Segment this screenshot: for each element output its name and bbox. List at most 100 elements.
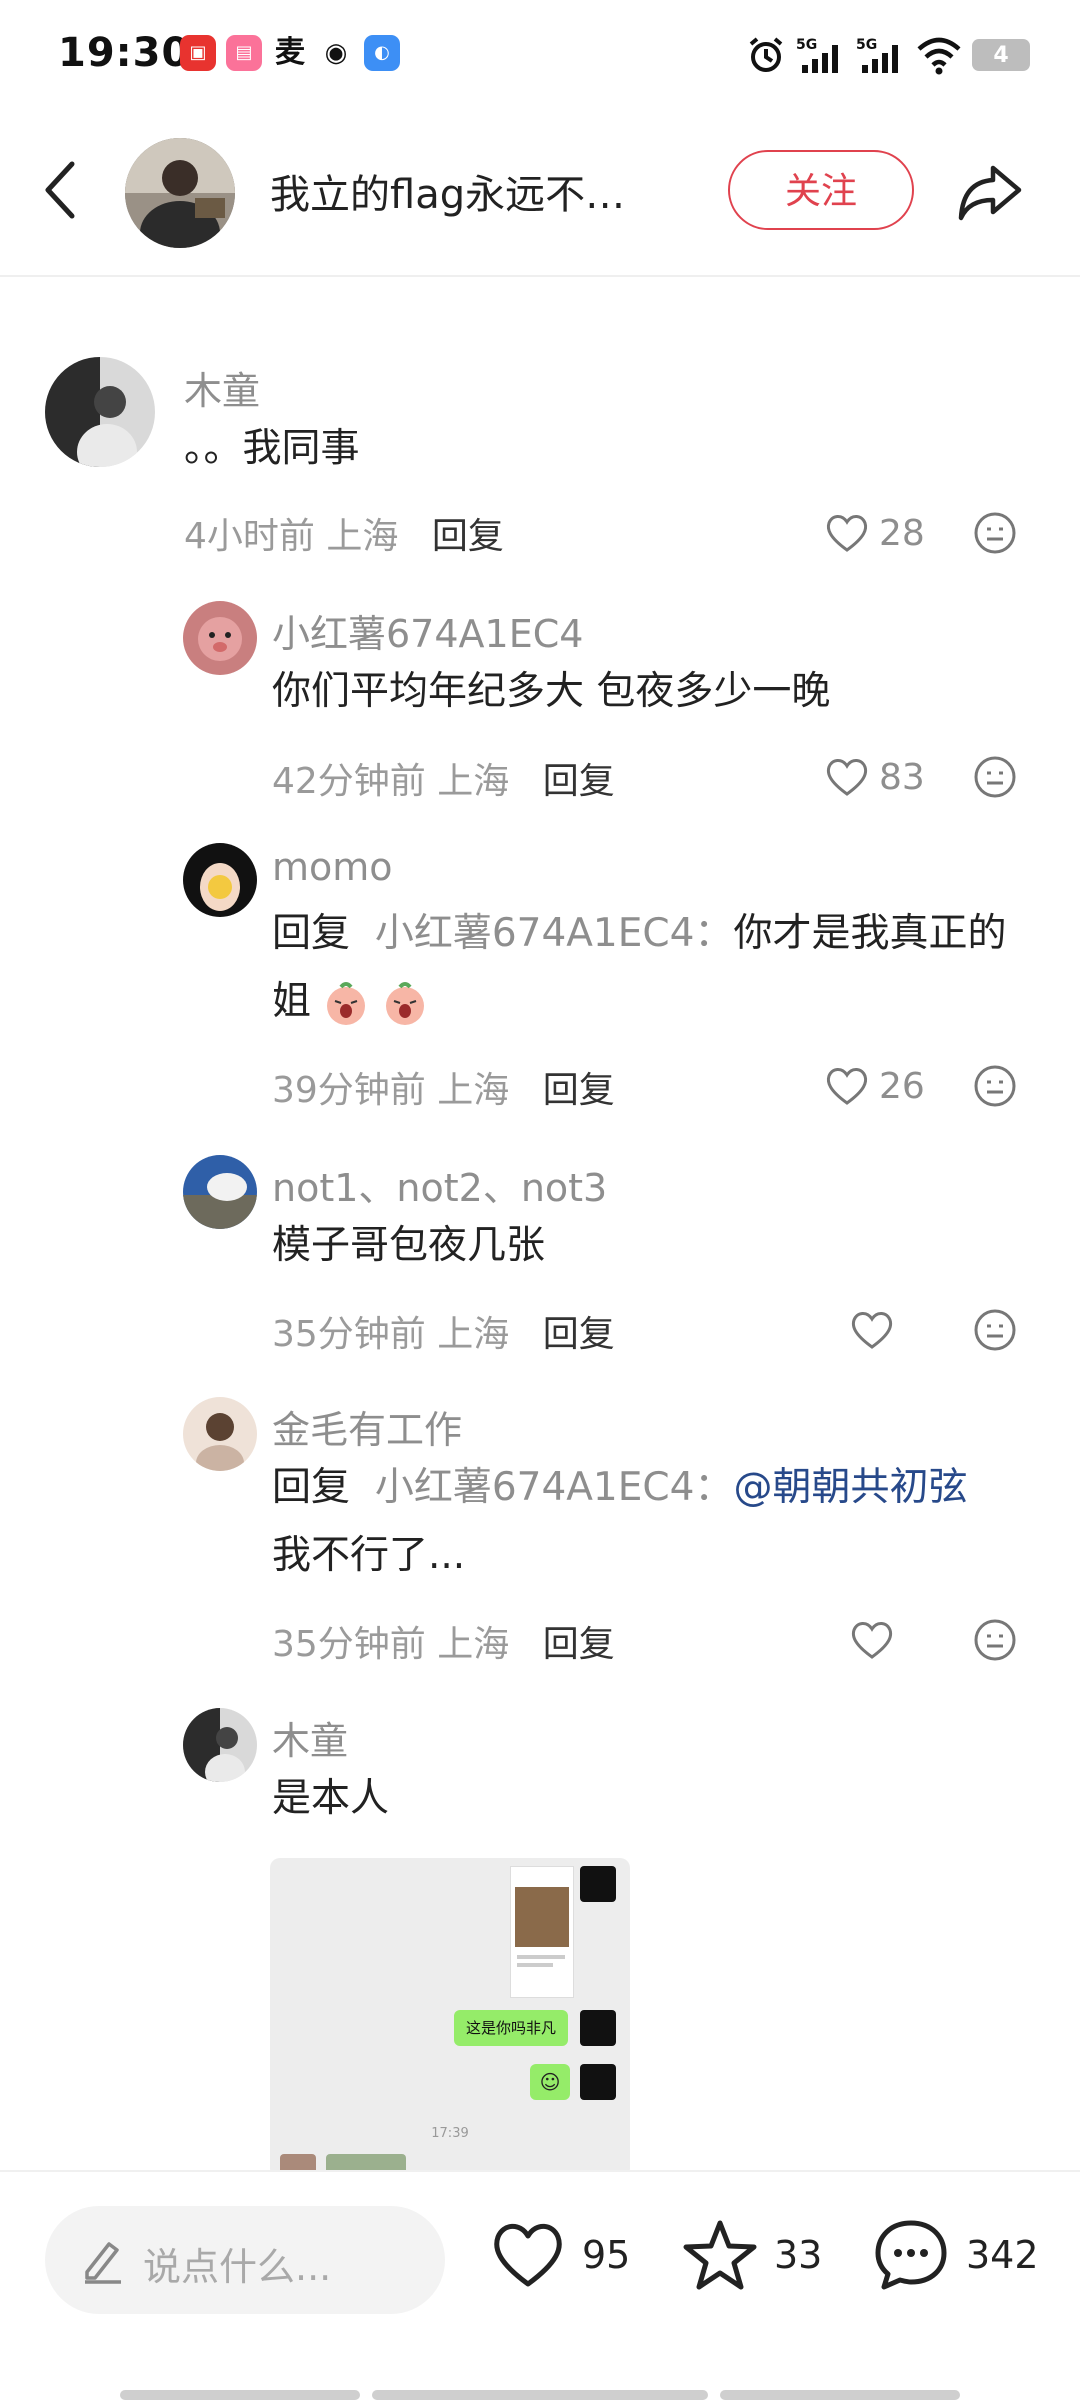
reply-button[interactable]: 回复	[543, 1624, 615, 1665]
comment-like-button[interactable]	[850, 1305, 904, 1355]
comment-input-placeholder: 说点什么...	[143, 2245, 332, 2289]
comment-text-line: 姐	[272, 979, 312, 1024]
post-collect-count: 33	[774, 2233, 823, 2277]
app-notification-icon: ▣	[180, 35, 216, 71]
emoji-reaction-icon[interactable]	[973, 1064, 1017, 1108]
signal-5g-icon: 5G	[856, 37, 898, 73]
post-title: 我立的flag永远不…	[270, 172, 626, 218]
user-avatar[interactable]	[183, 601, 257, 675]
comment-location: 上海	[437, 761, 510, 802]
comment-username[interactable]: 小红薯674A1EC4	[272, 603, 583, 658]
comment-like-button[interactable]: 83	[825, 752, 925, 802]
comment-location: 上海	[437, 1070, 510, 1111]
post-comment-button[interactable]: 342	[872, 2210, 1039, 2300]
like-count: 26	[879, 1065, 925, 1107]
post-comment-count: 342	[966, 2233, 1039, 2277]
heart-icon	[851, 1312, 893, 1349]
reply-button[interactable]: 回复	[543, 761, 615, 802]
comment-location: 上海	[437, 1624, 510, 1665]
comment-time: 39分钟前	[272, 1070, 426, 1111]
app-notification-icon: 麦	[272, 35, 308, 71]
chat-bubble: 这是你吗非凡	[454, 2010, 569, 2046]
gesture-bar-segment	[372, 2390, 708, 2400]
author-avatar[interactable]	[125, 138, 235, 248]
gesture-bar-segment	[120, 2390, 360, 2400]
comment-like-button[interactable]: 28	[825, 508, 925, 558]
user-avatar[interactable]	[45, 357, 155, 467]
svg-text:5G: 5G	[856, 37, 877, 53]
comment-meta: 39分钟前 上海 回复	[272, 1061, 615, 1113]
heart-icon	[826, 1068, 868, 1105]
reply-prefix: 回复	[272, 911, 351, 956]
user-avatar[interactable]	[183, 843, 257, 917]
gesture-bar-segment	[720, 2390, 960, 2400]
star-icon	[683, 2220, 757, 2290]
comment-text-line: 我不行了...	[272, 1533, 466, 1578]
reply-button[interactable]: 回复	[432, 516, 504, 557]
reply-target-user[interactable]: 小红薯674A1EC4：	[375, 911, 734, 956]
post-like-button[interactable]: 95	[490, 2210, 630, 2300]
crying-peach-emoji-icon	[385, 981, 424, 1025]
reply-prefix: 回复	[272, 1465, 351, 1510]
like-count: 28	[879, 512, 925, 554]
emoji-reaction-icon[interactable]	[973, 1308, 1017, 1352]
comment-meta: 35分钟前 上海 回复	[272, 1615, 615, 1667]
bottom-action-bar: 说点什么... 95 33 342	[0, 2170, 1080, 2402]
comment-username[interactable]: 木童	[184, 360, 260, 415]
comment-list: 木童 。。我同事 4小时前 上海 回复 28 小红薯674A1EC4 你们平均年…	[0, 275, 1080, 2170]
pen-icon	[85, 2242, 121, 2284]
comment-image-chat-screenshot[interactable]: 这是你吗非凡 ☺ 17:39	[270, 1858, 630, 2170]
chat-avatar	[580, 2064, 616, 2100]
emoji-reaction-icon[interactable]	[973, 1618, 1017, 1662]
like-count: 83	[879, 756, 925, 798]
chat-timestamp: 17:39	[431, 2126, 469, 2141]
chat-avatar	[580, 1866, 616, 1902]
comment-username[interactable]: not1、not2、not3	[272, 1157, 607, 1212]
comment-username[interactable]: 木童	[272, 1710, 348, 1765]
status-bar: 19:30 ▣ ▤ 麦 ◉ ◐ 5G 5G 4	[0, 0, 1080, 110]
chat-shared-photo	[510, 1866, 574, 1998]
comment-username[interactable]: momo	[272, 845, 393, 889]
status-time: 19:30	[58, 30, 191, 76]
wifi-icon	[917, 37, 961, 75]
share-icon[interactable]	[955, 160, 1025, 224]
comment-meta: 42分钟前 上海 回复	[272, 752, 615, 804]
reply-button[interactable]: 回复	[543, 1070, 615, 1111]
reply-button[interactable]: 回复	[543, 1314, 615, 1355]
reply-target-user[interactable]: 小红薯674A1EC4：	[375, 1465, 734, 1510]
comment-text: 是本人	[272, 1776, 390, 1821]
comment-text: 回复 小红薯674A1EC4：你才是我真正的 姐	[272, 900, 1032, 1036]
user-avatar[interactable]	[183, 1708, 257, 1782]
chat-sticker	[326, 2154, 406, 2170]
comment-text: 回复 小红薯674A1EC4：@朝朝共初弦 我不行了...	[272, 1454, 1052, 1590]
heart-icon	[494, 2223, 562, 2287]
chat-avatar	[580, 2010, 616, 2046]
battery-indicator: 4	[972, 39, 1030, 71]
mention-link[interactable]: @朝朝共初弦	[733, 1465, 967, 1510]
emoji-reaction-icon[interactable]	[973, 511, 1017, 555]
follow-button[interactable]: 关注	[728, 150, 914, 230]
comment-bubble-icon	[875, 2220, 947, 2290]
comment-time: 4小时前	[184, 516, 315, 557]
comment-text: 模子哥包夜几张	[272, 1223, 546, 1268]
heart-icon	[851, 1622, 893, 1659]
comment-meta: 4小时前 上海 回复	[184, 507, 504, 559]
weibo-icon: ◉	[318, 35, 354, 71]
user-avatar[interactable]	[183, 1397, 257, 1471]
app-notification-icon: ◐	[364, 35, 400, 71]
comment-time: 35分钟前	[272, 1314, 426, 1355]
comment-like-button[interactable]: 26	[825, 1061, 925, 1111]
comment-like-button[interactable]	[850, 1615, 904, 1665]
comment-username[interactable]: 金毛有工作	[272, 1399, 462, 1454]
emoji-reaction-icon[interactable]	[973, 755, 1017, 799]
heart-icon	[826, 759, 868, 796]
comment-time: 42分钟前	[272, 761, 426, 802]
comment-input[interactable]: 说点什么...	[45, 2206, 445, 2314]
post-collect-button[interactable]: 33	[682, 2210, 822, 2300]
back-arrow-icon[interactable]	[40, 158, 80, 222]
user-avatar[interactable]	[183, 1155, 257, 1229]
comment-meta: 35分钟前 上海 回复	[272, 1305, 615, 1357]
comment-location: 上海	[437, 1314, 510, 1355]
comment-time: 35分钟前	[272, 1624, 426, 1665]
alarm-icon	[749, 37, 783, 72]
